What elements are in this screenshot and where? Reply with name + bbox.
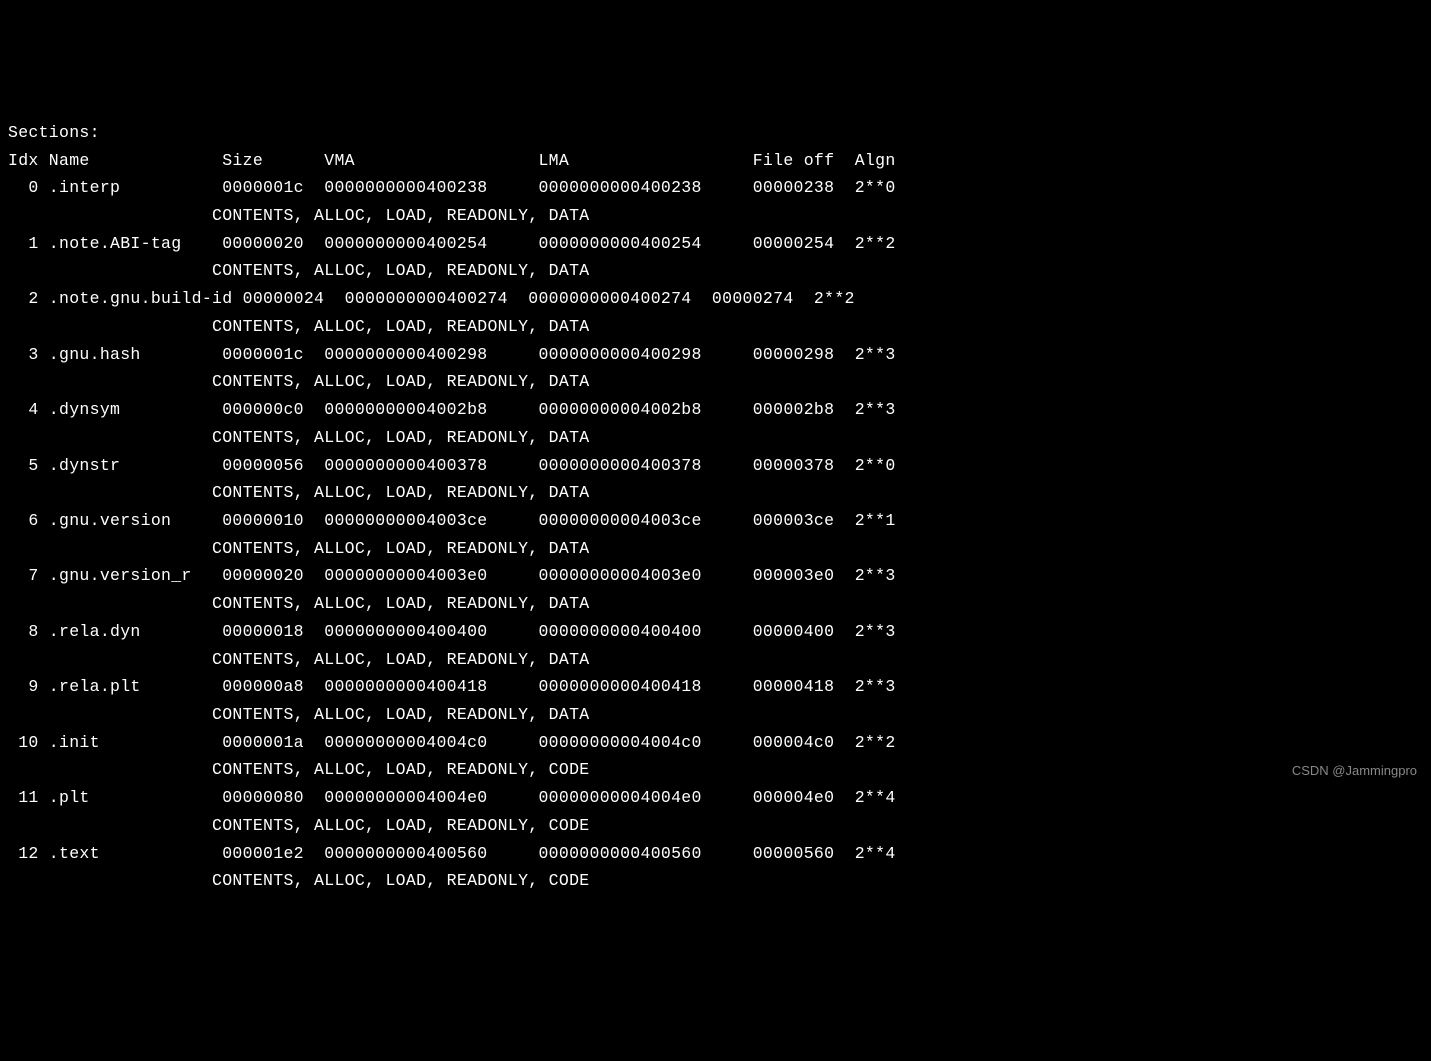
watermark: CSDN @Jammingpro <box>1292 760 1417 782</box>
terminal-output: Sections: Idx Name Size VMA LMA File off… <box>8 119 1431 895</box>
